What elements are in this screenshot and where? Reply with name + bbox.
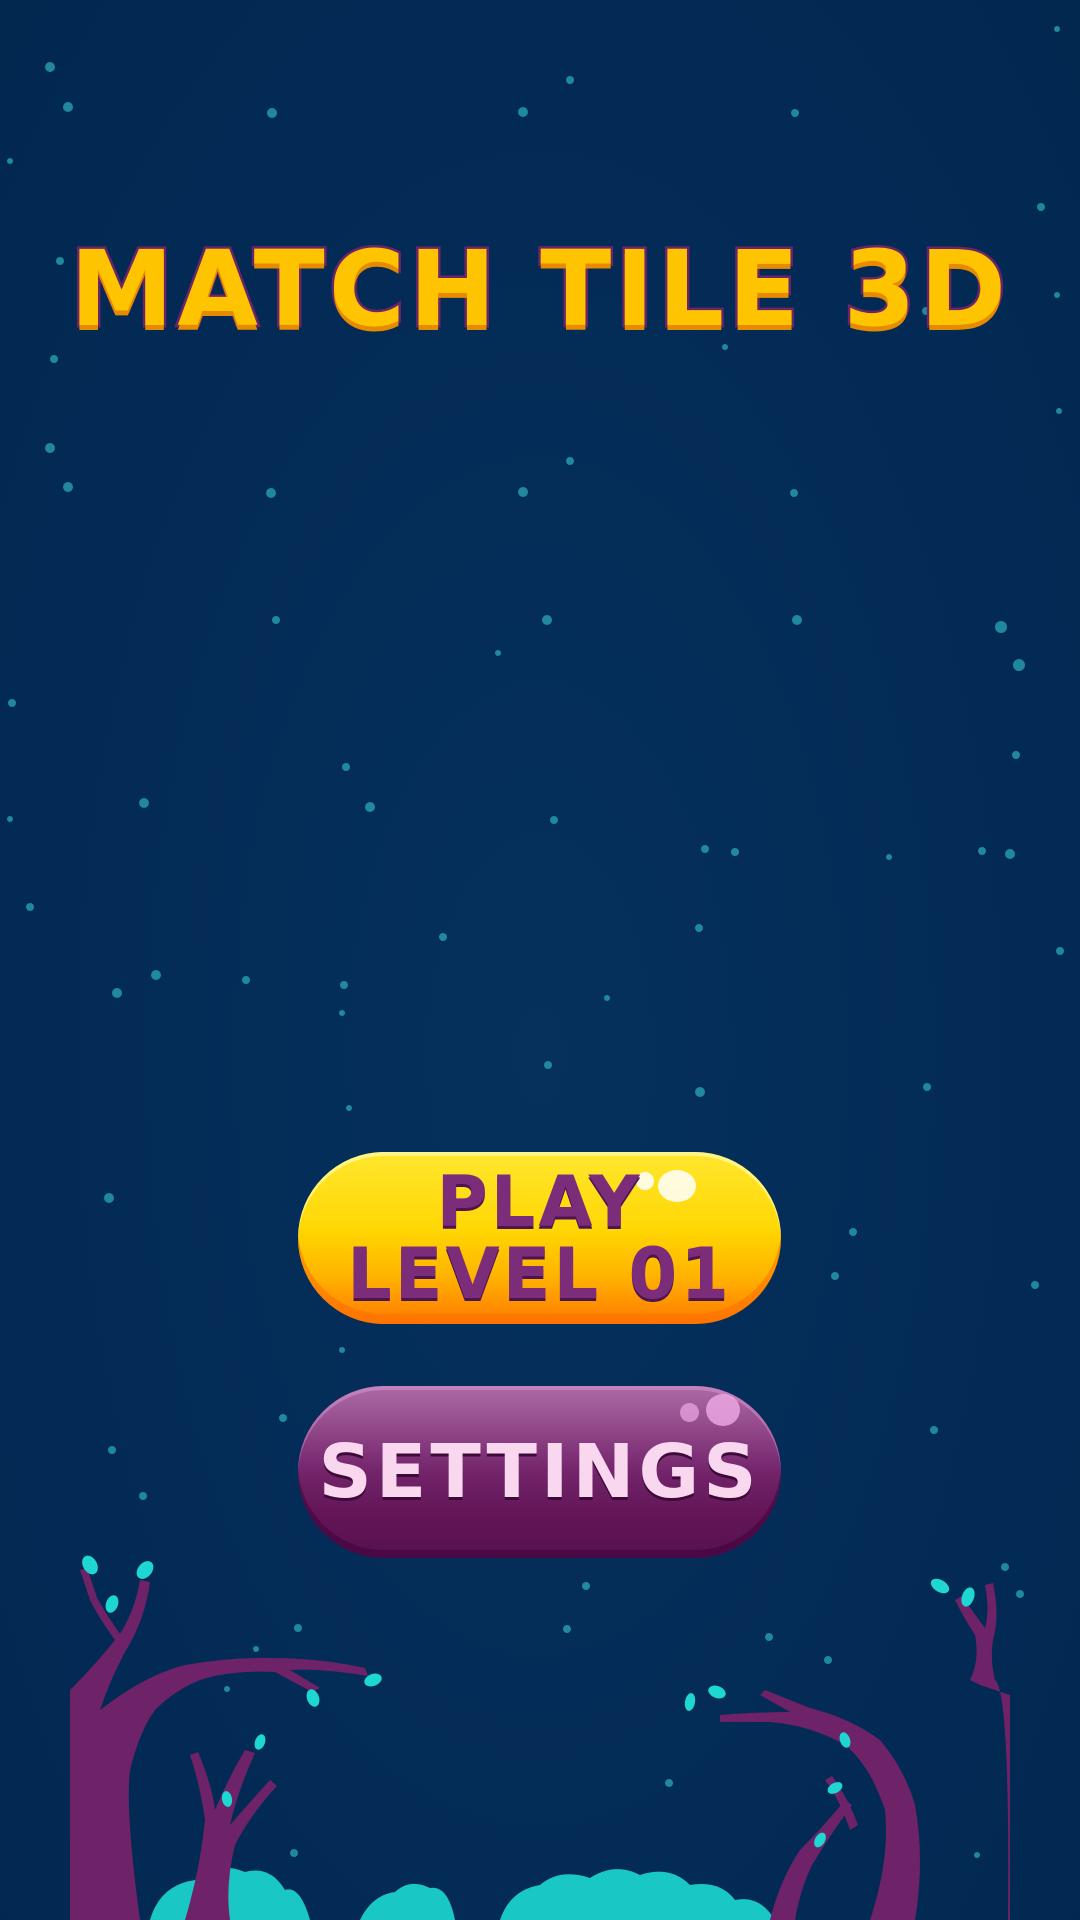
game-title: MATCH TILE 3D [67,226,1011,353]
button-highlight-bubble [706,1394,740,1426]
button-highlight-dot [680,1403,699,1422]
right-tree-leaves [684,1578,975,1848]
settings-label: SETTINGS [318,1429,761,1515]
tree-scenery [70,1555,1010,1920]
play-label: PLAY [436,1161,643,1243]
button-highlight-bubble [658,1170,696,1202]
main-menu-screen: MATCH TILE 3D PLAY LEVEL 01 SETTINGS [0,0,1080,1920]
level-label: LEVEL 01 [347,1233,732,1315]
left-tree [70,1568,368,1920]
settings-button[interactable]: SETTINGS [298,1386,781,1558]
right-tree [720,1583,1010,1920]
bushes [150,1867,775,1920]
play-level-button[interactable]: PLAY LEVEL 01 [298,1152,781,1324]
